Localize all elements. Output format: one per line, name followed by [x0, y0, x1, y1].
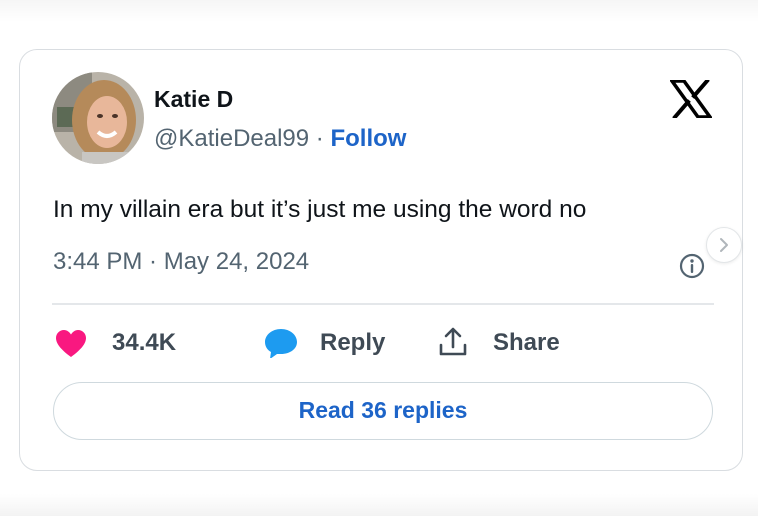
tweet-timestamp[interactable]: 3:44 PM · May 24, 2024 [53, 248, 309, 276]
reply-button[interactable]: Reply [264, 324, 404, 364]
background-strip-bottom [0, 494, 758, 516]
avatar-photo [52, 72, 144, 164]
read-replies-button[interactable]: Read 36 replies [53, 382, 713, 440]
chevron-right-icon [720, 238, 728, 252]
next-slide-button[interactable] [706, 227, 742, 263]
author-name[interactable]: Katie D [154, 86, 233, 113]
follow-button[interactable]: Follow [330, 125, 406, 152]
screenshot-stage: Katie D @KatieDeal99 · Follow In my vill… [0, 0, 758, 516]
reply-bubble-icon [265, 329, 297, 358]
tweet-card: Katie D @KatieDeal99 · Follow In my vill… [19, 49, 743, 471]
like-button[interactable]: 34.4K [52, 324, 212, 364]
reply-label: Reply [320, 329, 386, 356]
heart-icon [56, 330, 86, 357]
share-icon [439, 327, 467, 356]
author-handle[interactable]: @KatieDeal99 [154, 125, 309, 152]
handle-separator: · [309, 125, 331, 152]
divider [52, 303, 714, 305]
background-strip-top [0, 0, 758, 22]
tweet-text: In my villain era but it’s just me using… [53, 196, 587, 223]
x-logo-icon[interactable] [668, 78, 714, 120]
share-label: Share [493, 329, 560, 356]
like-count: 34.4K [112, 329, 177, 356]
avatar[interactable] [52, 72, 144, 164]
info-icon[interactable] [679, 253, 705, 279]
share-button[interactable]: Share [438, 324, 588, 364]
author-handle-line: @KatieDeal99 · Follow [154, 125, 406, 153]
